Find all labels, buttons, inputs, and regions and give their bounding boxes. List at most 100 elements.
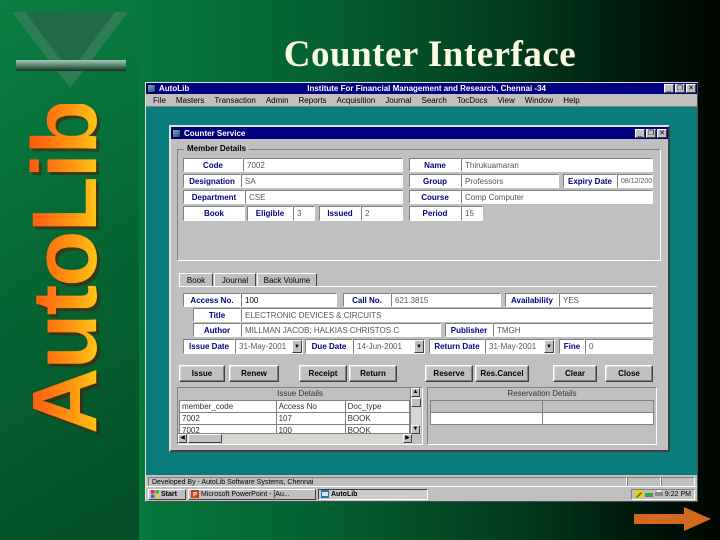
return-button[interactable]: Return (349, 365, 397, 382)
counter-service-title: Counter Service (184, 128, 246, 138)
tab-book[interactable]: Book (179, 273, 213, 287)
period-field[interactable]: 15 (461, 206, 483, 221)
tray-pencil-icon[interactable] (634, 490, 643, 498)
menu-item-help[interactable]: Help (558, 96, 584, 105)
issue-details-vertical-scrollbar[interactable]: ▲ ▼ (410, 388, 421, 434)
table-row[interactable]: 7002 100 BOOK (179, 424, 410, 433)
menu-item-view[interactable]: View (493, 96, 520, 105)
tray-network-icon[interactable] (644, 490, 653, 498)
menu-item-reports[interactable]: Reports (294, 96, 332, 105)
renew-button[interactable]: Renew (229, 365, 279, 382)
menu-item-acquisition[interactable]: Acquisition (332, 96, 381, 105)
scroll-down-icon[interactable]: ▼ (411, 425, 420, 434)
close-button[interactable]: Close (605, 365, 653, 382)
autolib-taskbar-icon (321, 490, 329, 498)
counter-service-window: Counter Service _ ❐ ✕ Member Details Cod… (169, 125, 670, 452)
code-field[interactable]: 7002 (243, 158, 403, 172)
issue-details-horizontal-scrollbar[interactable]: ◀ ▶ (178, 433, 412, 444)
course-field[interactable]: Comp Computer (461, 190, 653, 204)
designation-field[interactable]: SA (241, 174, 403, 188)
call-no-field[interactable]: 621.3815 (391, 293, 501, 307)
autolib-application-screenshot: AutoLib Institute For Financial Manageme… (145, 82, 698, 502)
return-date-label: Return Date (429, 339, 485, 354)
call-no-label: Call No. (343, 293, 391, 307)
menu-item-search[interactable]: Search (416, 96, 451, 105)
publisher-field[interactable]: TMGH (493, 323, 653, 337)
author-field[interactable]: MILLMAN JACOB; HALKIAS CHRISTOS C (241, 323, 441, 337)
menu-item-window[interactable]: Window (520, 96, 558, 105)
code-label: Code (183, 158, 243, 172)
group-field[interactable]: Professors (461, 174, 559, 188)
eligible-field[interactable]: 3 (293, 206, 315, 221)
tray-printer-icon[interactable] (654, 490, 663, 498)
return-date-value: 31-May-2001 (489, 342, 537, 351)
scroll-left-icon[interactable]: ◀ (178, 434, 187, 443)
app-restore-button[interactable]: ❐ (675, 84, 685, 93)
taskbar-item-autolib[interactable]: AutoLib (318, 488, 428, 500)
department-field[interactable]: CSE (245, 190, 403, 204)
counter-service-close-button[interactable]: ✕ (657, 128, 667, 138)
counter-service-window-buttons: _ ❐ ✕ (635, 128, 667, 138)
start-button[interactable]: Start (148, 488, 186, 500)
tab-journal[interactable]: Journal (214, 273, 256, 287)
group-label: Group (409, 174, 461, 188)
due-date-chevron-down-icon[interactable]: ▼ (414, 340, 424, 353)
counter-service-restore-button[interactable]: ❐ (646, 128, 656, 138)
counter-service-titlebar: Counter Service _ ❐ ✕ (171, 127, 668, 139)
windows-taskbar: Start P Microsoft PowerPoint - [Au... Au… (146, 486, 697, 501)
app-title: AutoLib (159, 84, 190, 93)
issue-details-table[interactable]: member_code Access No Doc_type 7002 107 … (179, 400, 410, 433)
issue-date-chevron-down-icon[interactable]: ▼ (292, 340, 302, 353)
counter-service-minimize-button[interactable]: _ (635, 128, 645, 138)
return-date-chevron-down-icon[interactable]: ▼ (544, 340, 554, 353)
tab-back-volume[interactable]: Back Volume (257, 273, 317, 287)
menu-item-tocdocs[interactable]: TocDocs (452, 96, 493, 105)
issue-date-value: 31-May-2001 (239, 342, 287, 351)
page-title: Counter Interface (283, 34, 577, 75)
availability-field[interactable]: YES (559, 293, 653, 307)
due-date-field[interactable]: 14-Jun-2001 ▼ (353, 339, 425, 354)
cell-member-code: 7002 (179, 412, 277, 425)
autolib-logo (12, 12, 128, 92)
clear-button[interactable]: Clear (553, 365, 597, 382)
cell-doc-type: BOOK (344, 424, 410, 433)
tray-clock[interactable]: 9:22 PM (665, 491, 691, 498)
vertical-scroll-thumb[interactable] (411, 398, 421, 407)
horizontal-scroll-thumb[interactable] (188, 434, 222, 443)
issue-date-field[interactable]: 31-May-2001 ▼ (235, 339, 303, 354)
issued-field[interactable]: 2 (361, 206, 403, 221)
return-date-field[interactable]: 31-May-2001 ▼ (485, 339, 555, 354)
issued-label: Issued (319, 206, 361, 221)
access-no-field[interactable]: 100 (241, 293, 337, 307)
issue-button[interactable]: Issue (179, 365, 225, 382)
menu-item-transaction[interactable]: Transaction (209, 96, 261, 105)
res-cancel-button[interactable]: Res.Cancel (475, 365, 529, 382)
slide-sidebar: AutoLib AutoLib (0, 0, 139, 540)
book-label: Book (183, 206, 245, 221)
app-minimize-button[interactable]: _ (664, 84, 674, 93)
reserve-button[interactable]: Reserve (425, 365, 473, 382)
title-field[interactable]: ELECTRONIC DEVICES & CIRCUITS (241, 308, 653, 322)
logo-metal-bar-icon (16, 60, 126, 71)
col-access-no: Access No (275, 400, 346, 413)
next-arrow-icon[interactable] (634, 506, 712, 532)
taskbar-item-powerpoint[interactable]: P Microsoft PowerPoint - [Au... (188, 488, 316, 500)
menu-item-file[interactable]: File (148, 96, 171, 105)
reservation-details-table[interactable] (430, 400, 654, 425)
scroll-up-icon[interactable]: ▲ (411, 388, 420, 397)
cell-access-no: 100 (275, 424, 346, 433)
expiry-date-field[interactable]: 08/12/2002 (617, 174, 653, 188)
fine-field[interactable]: 0 (585, 339, 653, 354)
scroll-right-icon[interactable]: ▶ (403, 434, 412, 443)
receipt-button[interactable]: Receipt (299, 365, 347, 382)
menu-item-admin[interactable]: Admin (261, 96, 294, 105)
table-row[interactable]: 7002 107 BOOK (179, 412, 410, 425)
table-row[interactable] (430, 412, 654, 425)
app-close-button[interactable]: ✕ (686, 84, 696, 93)
menu-item-masters[interactable]: Masters (171, 96, 209, 105)
name-field[interactable]: Thirukuamaran (461, 158, 653, 172)
system-tray: 9:22 PM (630, 488, 695, 500)
menu-item-journal[interactable]: Journal (380, 96, 416, 105)
col-reservation-a (430, 400, 543, 413)
title-label: Title (193, 308, 241, 322)
